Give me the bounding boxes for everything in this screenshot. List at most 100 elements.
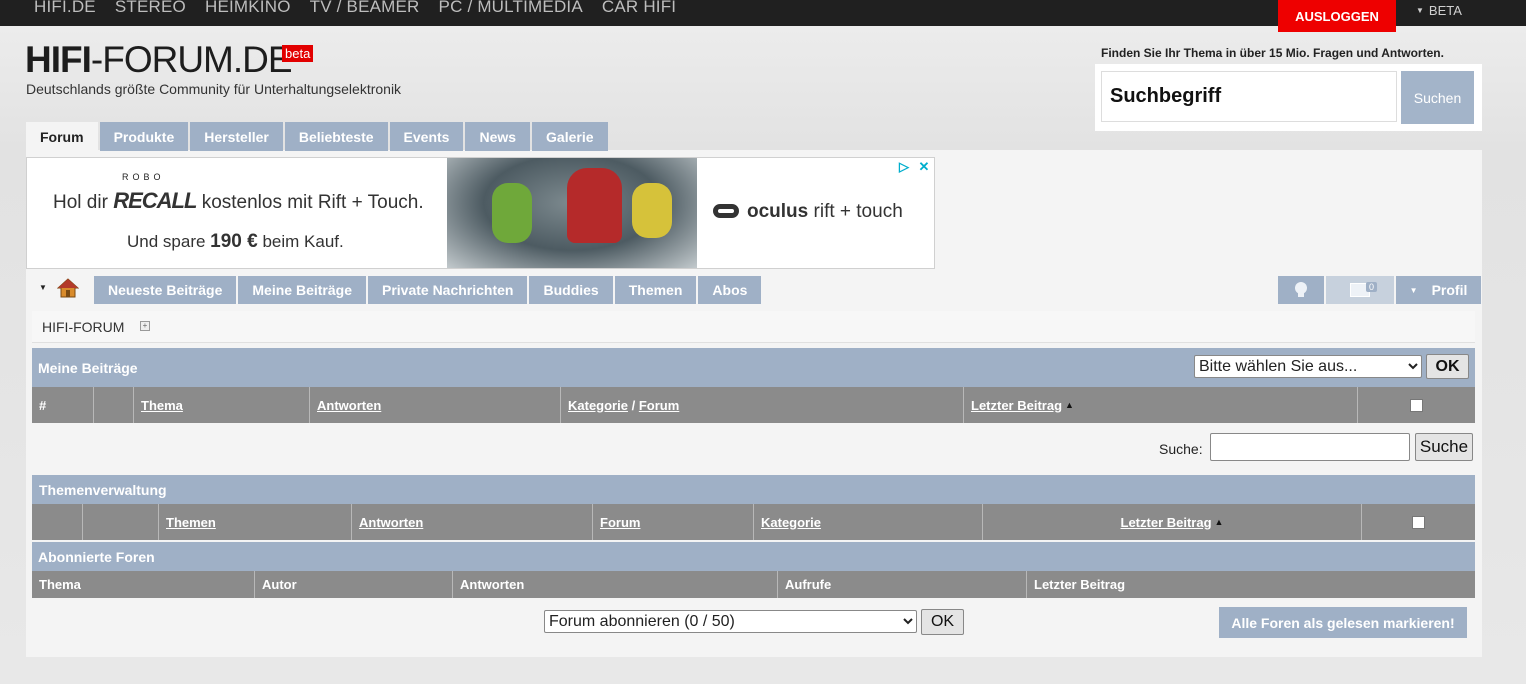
beta-dropdown-label: BETA [1428, 3, 1462, 18]
select-all-checkbox[interactable] [1412, 515, 1425, 529]
select-all-checkbox[interactable] [1410, 398, 1423, 412]
filter-search-input[interactable] [1210, 433, 1410, 461]
home-tab[interactable]: ▼ [26, 271, 92, 304]
oculus-product: rift + touch [813, 201, 903, 222]
site-tagline: Deutschlands größte Community für Unterh… [26, 81, 402, 97]
topnav-pc-multimedia[interactable]: PC / MULTIMEDIA [439, 0, 583, 17]
user-tabs: 0 ▼ Profil [1278, 276, 1481, 304]
logout-button[interactable]: AUSLOGGEN [1278, 0, 1396, 32]
tab-themen[interactable]: Themen [614, 276, 697, 304]
action-ok-button[interactable]: OK [1426, 354, 1469, 379]
sort-kategorie-link[interactable]: Kategorie [761, 515, 821, 530]
ad-subline: Und spare 190 € beim Kauf. [127, 231, 344, 253]
topnav-stereo[interactable]: STEREO [115, 0, 186, 17]
oculus-ring-icon [713, 204, 739, 218]
ad-banner[interactable]: ROBO Hol dir RECALL kostenlos mit Rift +… [26, 157, 935, 269]
col-select-all [1358, 387, 1475, 423]
col-themen: Themen [159, 504, 352, 540]
sort-forum-link[interactable]: Forum [600, 515, 640, 530]
topnav-car-hifi[interactable]: CAR HIFI [602, 0, 676, 17]
sub-tabs: ▼ Neueste Beiträge Meine Beiträge Privat… [26, 271, 762, 304]
ad-headline: Hol dir RECALL kostenlos mit Rift + Touc… [53, 188, 424, 214]
search-input[interactable] [1101, 71, 1397, 122]
col-kategorie: Kategorie [754, 504, 983, 540]
action-select[interactable]: Bitte wählen Sie aus... [1194, 355, 1422, 378]
col-thema: Thema [32, 571, 255, 598]
home-icon [56, 277, 79, 297]
sort-asc-icon: ▲ [1214, 517, 1224, 527]
col-letzter-beitrag: Letzter Beitrag ▲ [983, 504, 1362, 540]
sort-kategorie-link[interactable]: Kategorie [568, 398, 628, 413]
section-title: Meine Beiträge [38, 360, 138, 376]
notifications-button[interactable] [1278, 276, 1324, 304]
sort-letzter-beitrag-link[interactable]: Letzter Beitrag [971, 398, 1062, 413]
ad-robot-figure [567, 168, 622, 243]
beta-dropdown[interactable]: ▼ BETA [1416, 3, 1462, 18]
sort-themen-link[interactable]: Themen [166, 515, 216, 530]
col-blank [32, 504, 83, 540]
col-select-all [1362, 504, 1475, 540]
section-themenverwaltung: Themenverwaltung [32, 475, 1475, 504]
filter-search-button[interactable]: Suche [1415, 433, 1473, 461]
tab-private-nachrichten[interactable]: Private Nachrichten [367, 276, 528, 304]
tab-beliebteste[interactable]: Beliebteste [284, 122, 388, 151]
tab-forum[interactable]: Forum [26, 122, 98, 151]
messages-button[interactable]: 0 [1326, 276, 1394, 304]
col-separator: / [631, 397, 636, 413]
tab-neueste-beitraege[interactable]: Neueste Beiträge [94, 276, 237, 304]
subscribe-ok-button[interactable]: OK [921, 609, 964, 635]
logo-rest: -FORUM.DE [90, 39, 293, 80]
topnav-hifi-de[interactable]: HIFI.DE [34, 0, 96, 17]
ad-close-icon[interactable]: ✕ [914, 158, 934, 176]
topnav-heimkino[interactable]: HEIMKINO [205, 0, 291, 17]
tab-news[interactable]: News [465, 122, 531, 151]
ad-line2-pre: Und spare [127, 232, 206, 251]
mark-all-read-button[interactable]: Alle Foren als gelesen markieren! [1219, 607, 1467, 638]
ad-choices[interactable]: ▷ ✕ [894, 158, 934, 176]
ad-game-image [447, 158, 697, 268]
ad-line1-pre: Hol dir [53, 192, 108, 213]
ad-oculus-logo: oculus rift + touch [713, 201, 903, 223]
expand-icon[interactable]: + [140, 321, 150, 331]
filter-search-label: Suche: [1159, 441, 1203, 457]
col-antworten: Antworten [453, 571, 778, 598]
tab-produkte[interactable]: Produkte [99, 122, 189, 151]
breadcrumb-hifi-forum[interactable]: HIFI-FORUM [42, 319, 124, 335]
topnav-tv-beamer[interactable]: TV / BEAMER [310, 0, 420, 17]
sort-antworten-link[interactable]: Antworten [359, 515, 423, 530]
tab-galerie[interactable]: Galerie [532, 122, 608, 151]
col-antworten: Antworten [352, 504, 593, 540]
tab-buddies[interactable]: Buddies [529, 276, 613, 304]
sort-thema-link[interactable]: Thema [141, 398, 183, 413]
ad-choices-icon[interactable]: ▷ [894, 158, 914, 176]
col-letzter-beitrag: Letzter Beitrag ▲ [964, 387, 1358, 423]
section-title: Abonnierte Foren [38, 549, 155, 565]
search-button[interactable]: Suchen [1401, 71, 1474, 124]
subscribe-forum-select[interactable]: Forum abonnieren (0 / 50) [544, 610, 917, 633]
sort-antworten-link[interactable]: Antworten [317, 398, 381, 413]
ad-robot-figure [492, 183, 532, 243]
col-autor: Autor [255, 571, 453, 598]
logo-beta-badge: beta [282, 45, 314, 62]
message-count-badge: 0 [1366, 282, 1378, 292]
profile-menu[interactable]: ▼ Profil [1396, 276, 1481, 304]
caret-down-icon: ▼ [1409, 285, 1418, 295]
sort-letzter-beitrag-link[interactable]: Letzter Beitrag [1121, 515, 1212, 530]
lightbulb-icon [1295, 282, 1307, 297]
site-logo[interactable]: HIFI-FORUM.DE [25, 39, 293, 80]
section-abonnierte-foren: Abonnierte Foren [32, 542, 1475, 571]
col-forum: Forum [593, 504, 754, 540]
col-letzter-beitrag: Letzter Beitrag [1034, 577, 1126, 592]
tab-hersteller[interactable]: Hersteller [190, 122, 283, 151]
ad-robo-text: ROBO [122, 172, 165, 182]
col-hash: # [32, 387, 94, 423]
sort-forum-link[interactable]: Forum [639, 398, 679, 413]
tab-abos[interactable]: Abos [698, 276, 762, 304]
tab-events[interactable]: Events [389, 122, 464, 151]
col-aufrufe: Aufrufe [778, 571, 1027, 598]
section-title: Themenverwaltung [39, 482, 167, 498]
col-icon [94, 387, 134, 423]
tab-meine-beitraege[interactable]: Meine Beiträge [238, 276, 366, 304]
ad-line2-post: beim Kauf. [262, 232, 344, 251]
sort-asc-icon: ▲ [1065, 400, 1074, 410]
